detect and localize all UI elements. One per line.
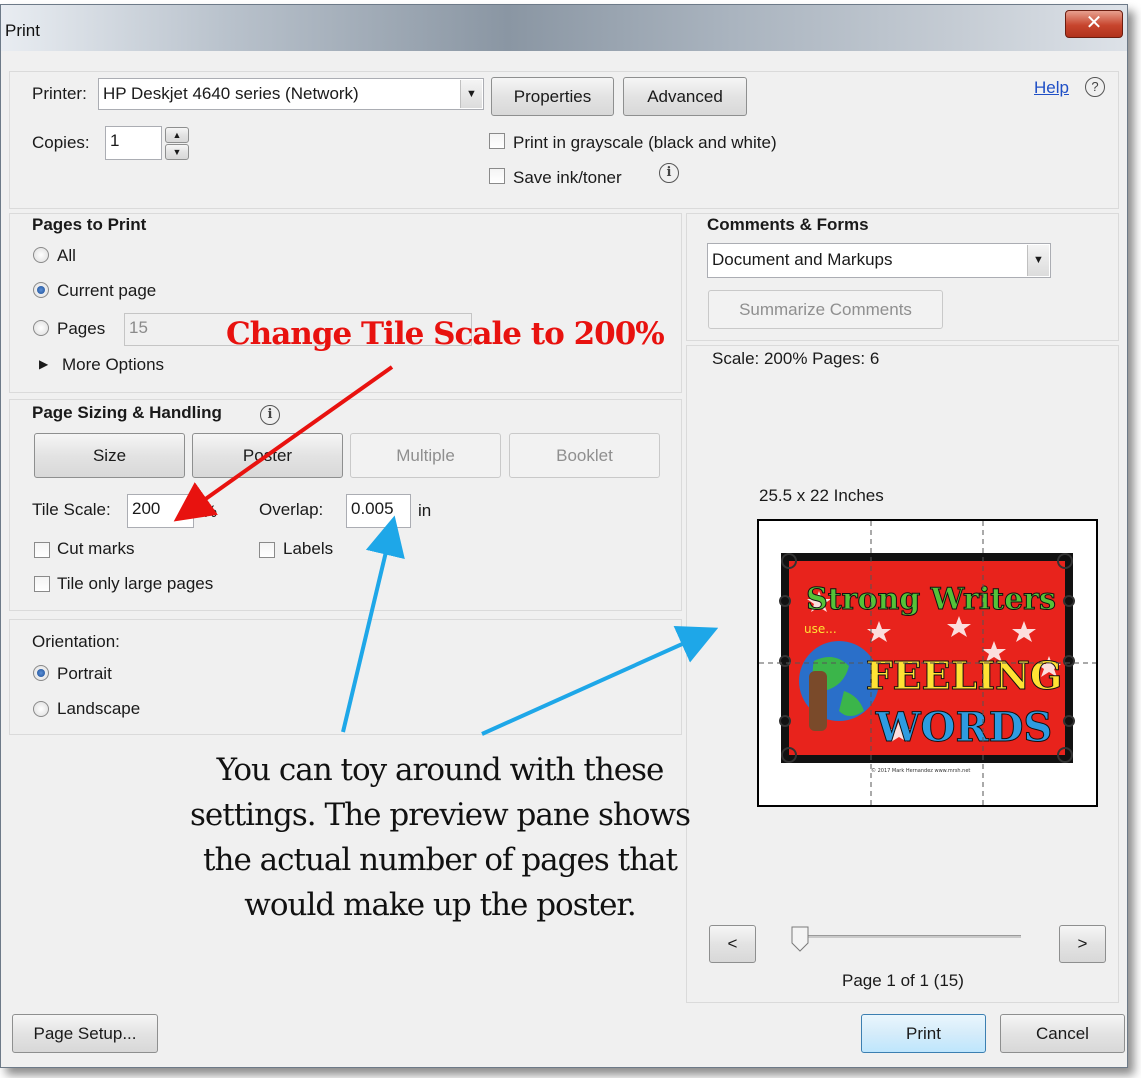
black-annotation-text: You can toy around with these settings. … [190,748,691,928]
blue-arrow-up [341,515,405,733]
note-line-3: the actual number of pages that [203,842,678,878]
note-line-2: settings. The preview pane shows [190,797,691,833]
note-line-4: would make up the poster. [244,887,636,923]
note-line-1: You can toy around with these [216,752,665,788]
blue-arrow-right [481,625,719,736]
red-arrow [173,365,394,522]
red-annotation-text: Change Tile Scale to 200% [226,316,665,352]
